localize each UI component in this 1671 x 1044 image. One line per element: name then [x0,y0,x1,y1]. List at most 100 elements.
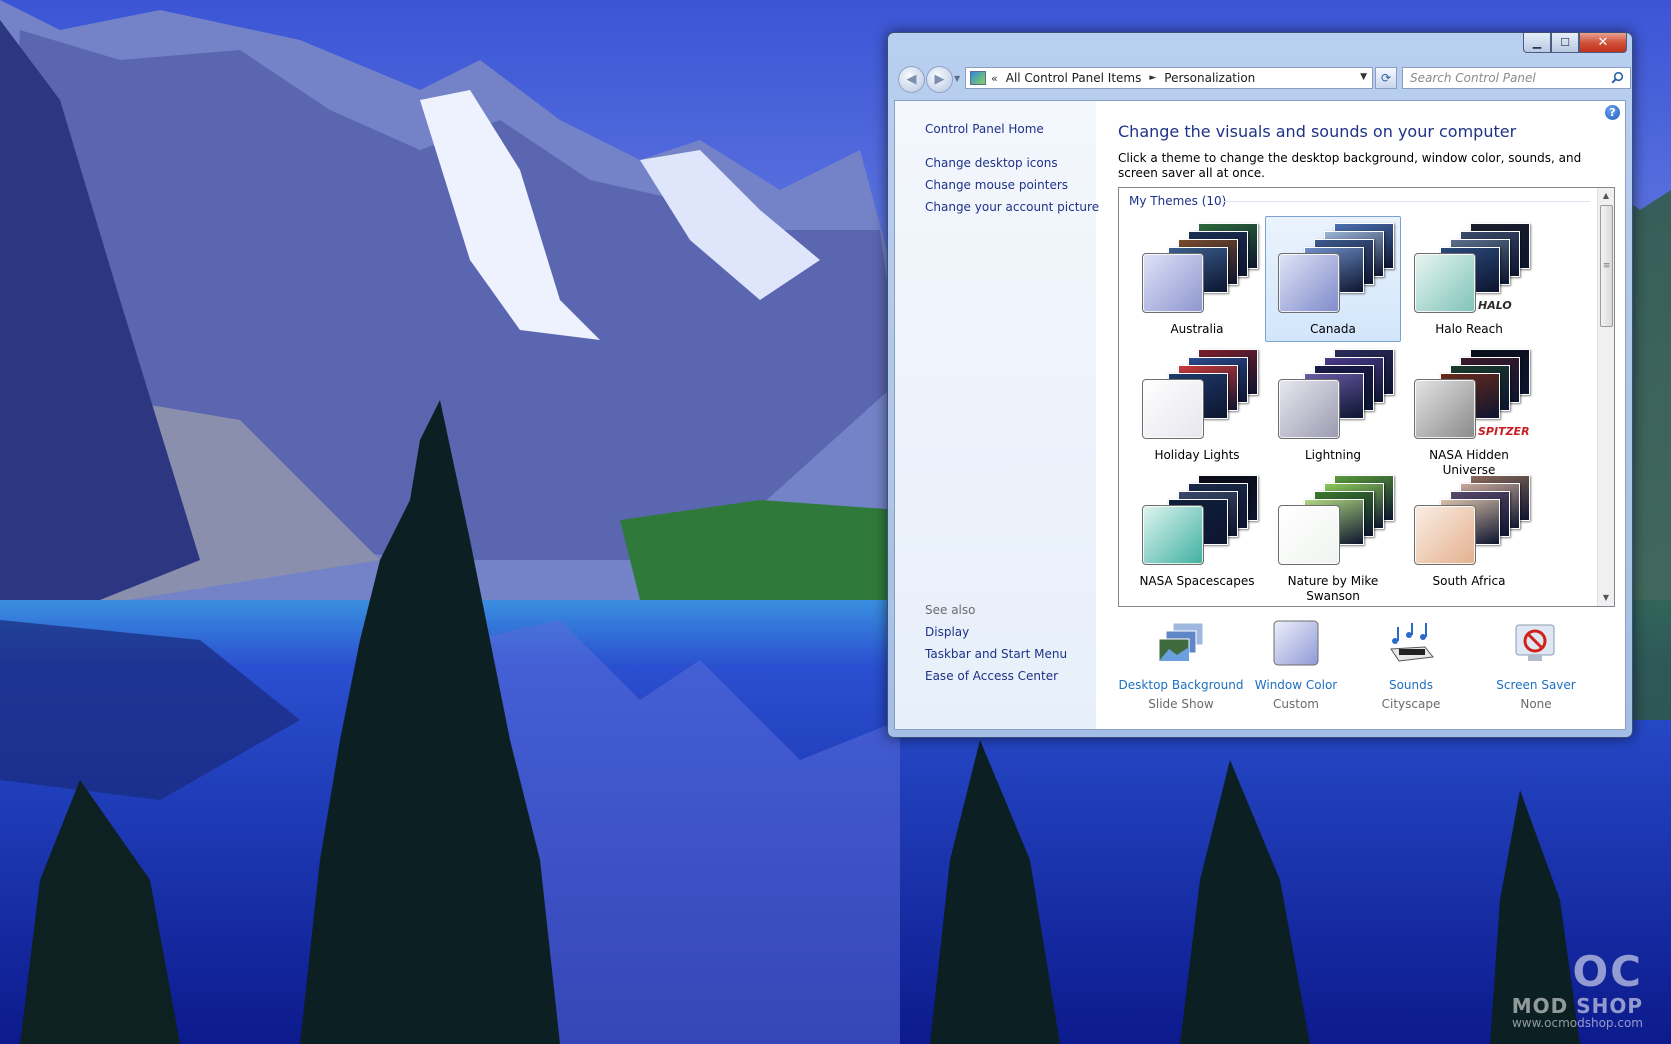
theme-nasa-spacescapes[interactable]: NASA Spacescapes [1129,468,1265,594]
task-pane: Control Panel Home Change desktop icons … [895,101,1099,729]
theme-canada[interactable]: Canada [1265,216,1401,342]
sounds-icon [1385,619,1437,667]
page-title: Change the visuals and sounds on your co… [1118,122,1517,141]
theme-preview [1266,469,1402,573]
theme-list-scrollbar[interactable]: ▲ ≡ ▼ [1597,188,1614,606]
desktop-background-label: Desktop Background [1118,678,1244,692]
window-color-swatch [1142,379,1204,439]
back-arrow-icon: ◀ [906,72,917,87]
address-overflow-button[interactable]: « [991,72,998,85]
customize-bar: Desktop Background Slide Show Window Col… [1096,619,1625,729]
group-divider [1221,201,1590,202]
main-content: ? Change the visuals and sounds on your … [1096,101,1625,729]
window-color-swatch [1278,253,1340,313]
theme-brand-logo: HALO [1478,299,1512,312]
window-color-swatch [1414,379,1476,439]
watermark-url: www.ocmodshop.com [1511,1016,1643,1030]
theme-name: Lightning [1304,448,1362,462]
breadcrumb-personalization[interactable]: Personalization [1164,71,1255,85]
theme-preview [1266,343,1402,447]
window-color-swatch [1278,379,1340,439]
minimize-button[interactable]: ▁ [1523,33,1551,53]
desktop-background-button[interactable]: Desktop Background Slide Show [1116,619,1246,711]
control-panel-icon [970,71,986,85]
ease-of-access-center-link[interactable]: Ease of Access Center [925,669,1058,683]
theme-brand-logo: SPITZER [1478,425,1530,438]
scroll-grip-icon: ≡ [1602,261,1611,271]
refresh-icon: ⟳ [1380,71,1392,85]
scroll-up-button[interactable]: ▲ [1598,188,1614,204]
window-color-icon [1270,619,1322,667]
search-placeholder: Search Control Panel [1410,71,1536,85]
address-bar[interactable]: « All Control Panel Items ► Personalizat… [965,67,1373,89]
sounds-label: Sounds [1388,678,1434,692]
back-button[interactable]: ◀ [898,66,925,93]
scroll-down-button[interactable]: ▼ [1598,590,1614,606]
desktop-background-icon [1155,619,1207,667]
see-also-heading: See also [925,603,976,617]
window-color-button[interactable]: Window Color Custom [1231,619,1361,711]
refresh-button[interactable]: ⟳ [1375,67,1397,89]
forward-arrow-icon: ▶ [934,72,945,87]
theme-preview [1402,469,1538,573]
recent-pages-dropdown[interactable]: ▼ [954,74,960,83]
address-dropdown-icon[interactable]: ▼ [1360,72,1367,82]
theme-name: NASA Spacescapes [1139,574,1255,588]
navigation-bar: ◀ ▶ ▼ « All Control Panel Items ► Person… [898,65,1631,93]
taskbar-start-menu-link[interactable]: Taskbar and Start Menu [925,647,1067,661]
theme-preview [1266,217,1402,321]
theme-holiday-lights[interactable]: Holiday Lights [1129,342,1265,468]
breadcrumb-separator-icon[interactable]: ► [1149,73,1156,83]
theme-name: Halo Reach [1435,322,1503,336]
theme-australia[interactable]: Australia [1129,216,1265,342]
screen-saver-icon [1510,619,1562,667]
theme-nasa-hidden-universe[interactable]: SPITZER NASA Hidden Universe [1401,342,1537,477]
change-mouse-pointers-link[interactable]: Change mouse pointers [925,178,1068,192]
forward-button[interactable]: ▶ [926,66,953,93]
breadcrumb-all-control-panel-items[interactable]: All Control Panel Items [1006,71,1142,85]
my-themes-group-header[interactable]: My Themes (10) [1129,194,1226,208]
theme-list: My Themes (10) Australia Canada HALO Halo R… [1118,187,1615,607]
theme-preview: HALO [1402,217,1538,321]
caption-buttons: ▁ ☐ ✕ [1523,33,1627,53]
desktop-background-value: Slide Show [1148,697,1214,711]
help-icon[interactable]: ? [1605,105,1620,120]
watermark-logo: OC MOD SHOP [1511,947,1643,1018]
maximize-button[interactable]: ☐ [1551,33,1579,53]
screen-saver-label: Screen Saver [1496,678,1576,692]
theme-name: Australia [1170,322,1224,336]
search-input[interactable]: Search Control Panel [1402,67,1631,89]
theme-preview [1130,217,1266,321]
theme-preview [1130,469,1266,573]
display-link[interactable]: Display [925,625,969,639]
window-color-value: Custom [1273,697,1319,711]
control-panel-home-link[interactable]: Control Panel Home [925,122,1044,136]
screen-saver-button[interactable]: Screen Saver None [1471,619,1601,711]
theme-south-africa[interactable]: South Africa [1401,468,1537,594]
window-color-swatch [1142,505,1204,565]
site-watermark: OC MOD SHOP www.ocmodshop.com [1512,947,1643,1030]
client-area: Control Panel Home Change desktop icons … [894,100,1626,730]
theme-name: South Africa [1432,574,1506,588]
window-color-swatch [1278,505,1340,565]
screen-saver-value: None [1520,697,1552,711]
sounds-value: Cityscape [1381,697,1441,711]
search-icon[interactable] [1611,71,1624,84]
theme-name: Nature by Mike Swanson [1287,574,1379,603]
window-color-swatch [1142,253,1204,313]
change-desktop-icons-link[interactable]: Change desktop icons [925,156,1058,170]
theme-preview [1130,343,1266,447]
theme-halo-reach[interactable]: HALO Halo Reach [1401,216,1537,342]
change-account-picture-link[interactable]: Change your account picture [925,200,1099,214]
close-button[interactable]: ✕ [1579,33,1627,53]
personalization-window: ▁ ☐ ✕ ◀ ▶ ▼ « All Control Panel Items ► … [887,32,1633,738]
theme-nature-by-mike-swanson[interactable]: Nature by Mike Swanson [1265,468,1402,603]
theme-name: Holiday Lights [1154,448,1240,462]
theme-lightning[interactable]: Lightning [1265,342,1401,468]
theme-name: Canada [1310,322,1356,336]
window-color-swatch [1414,253,1476,313]
sounds-button[interactable]: Sounds Cityscape [1346,619,1476,711]
page-description: Click a theme to change the desktop back… [1118,151,1582,180]
window-color-swatch [1414,505,1476,565]
scroll-thumb[interactable]: ≡ [1600,205,1613,327]
